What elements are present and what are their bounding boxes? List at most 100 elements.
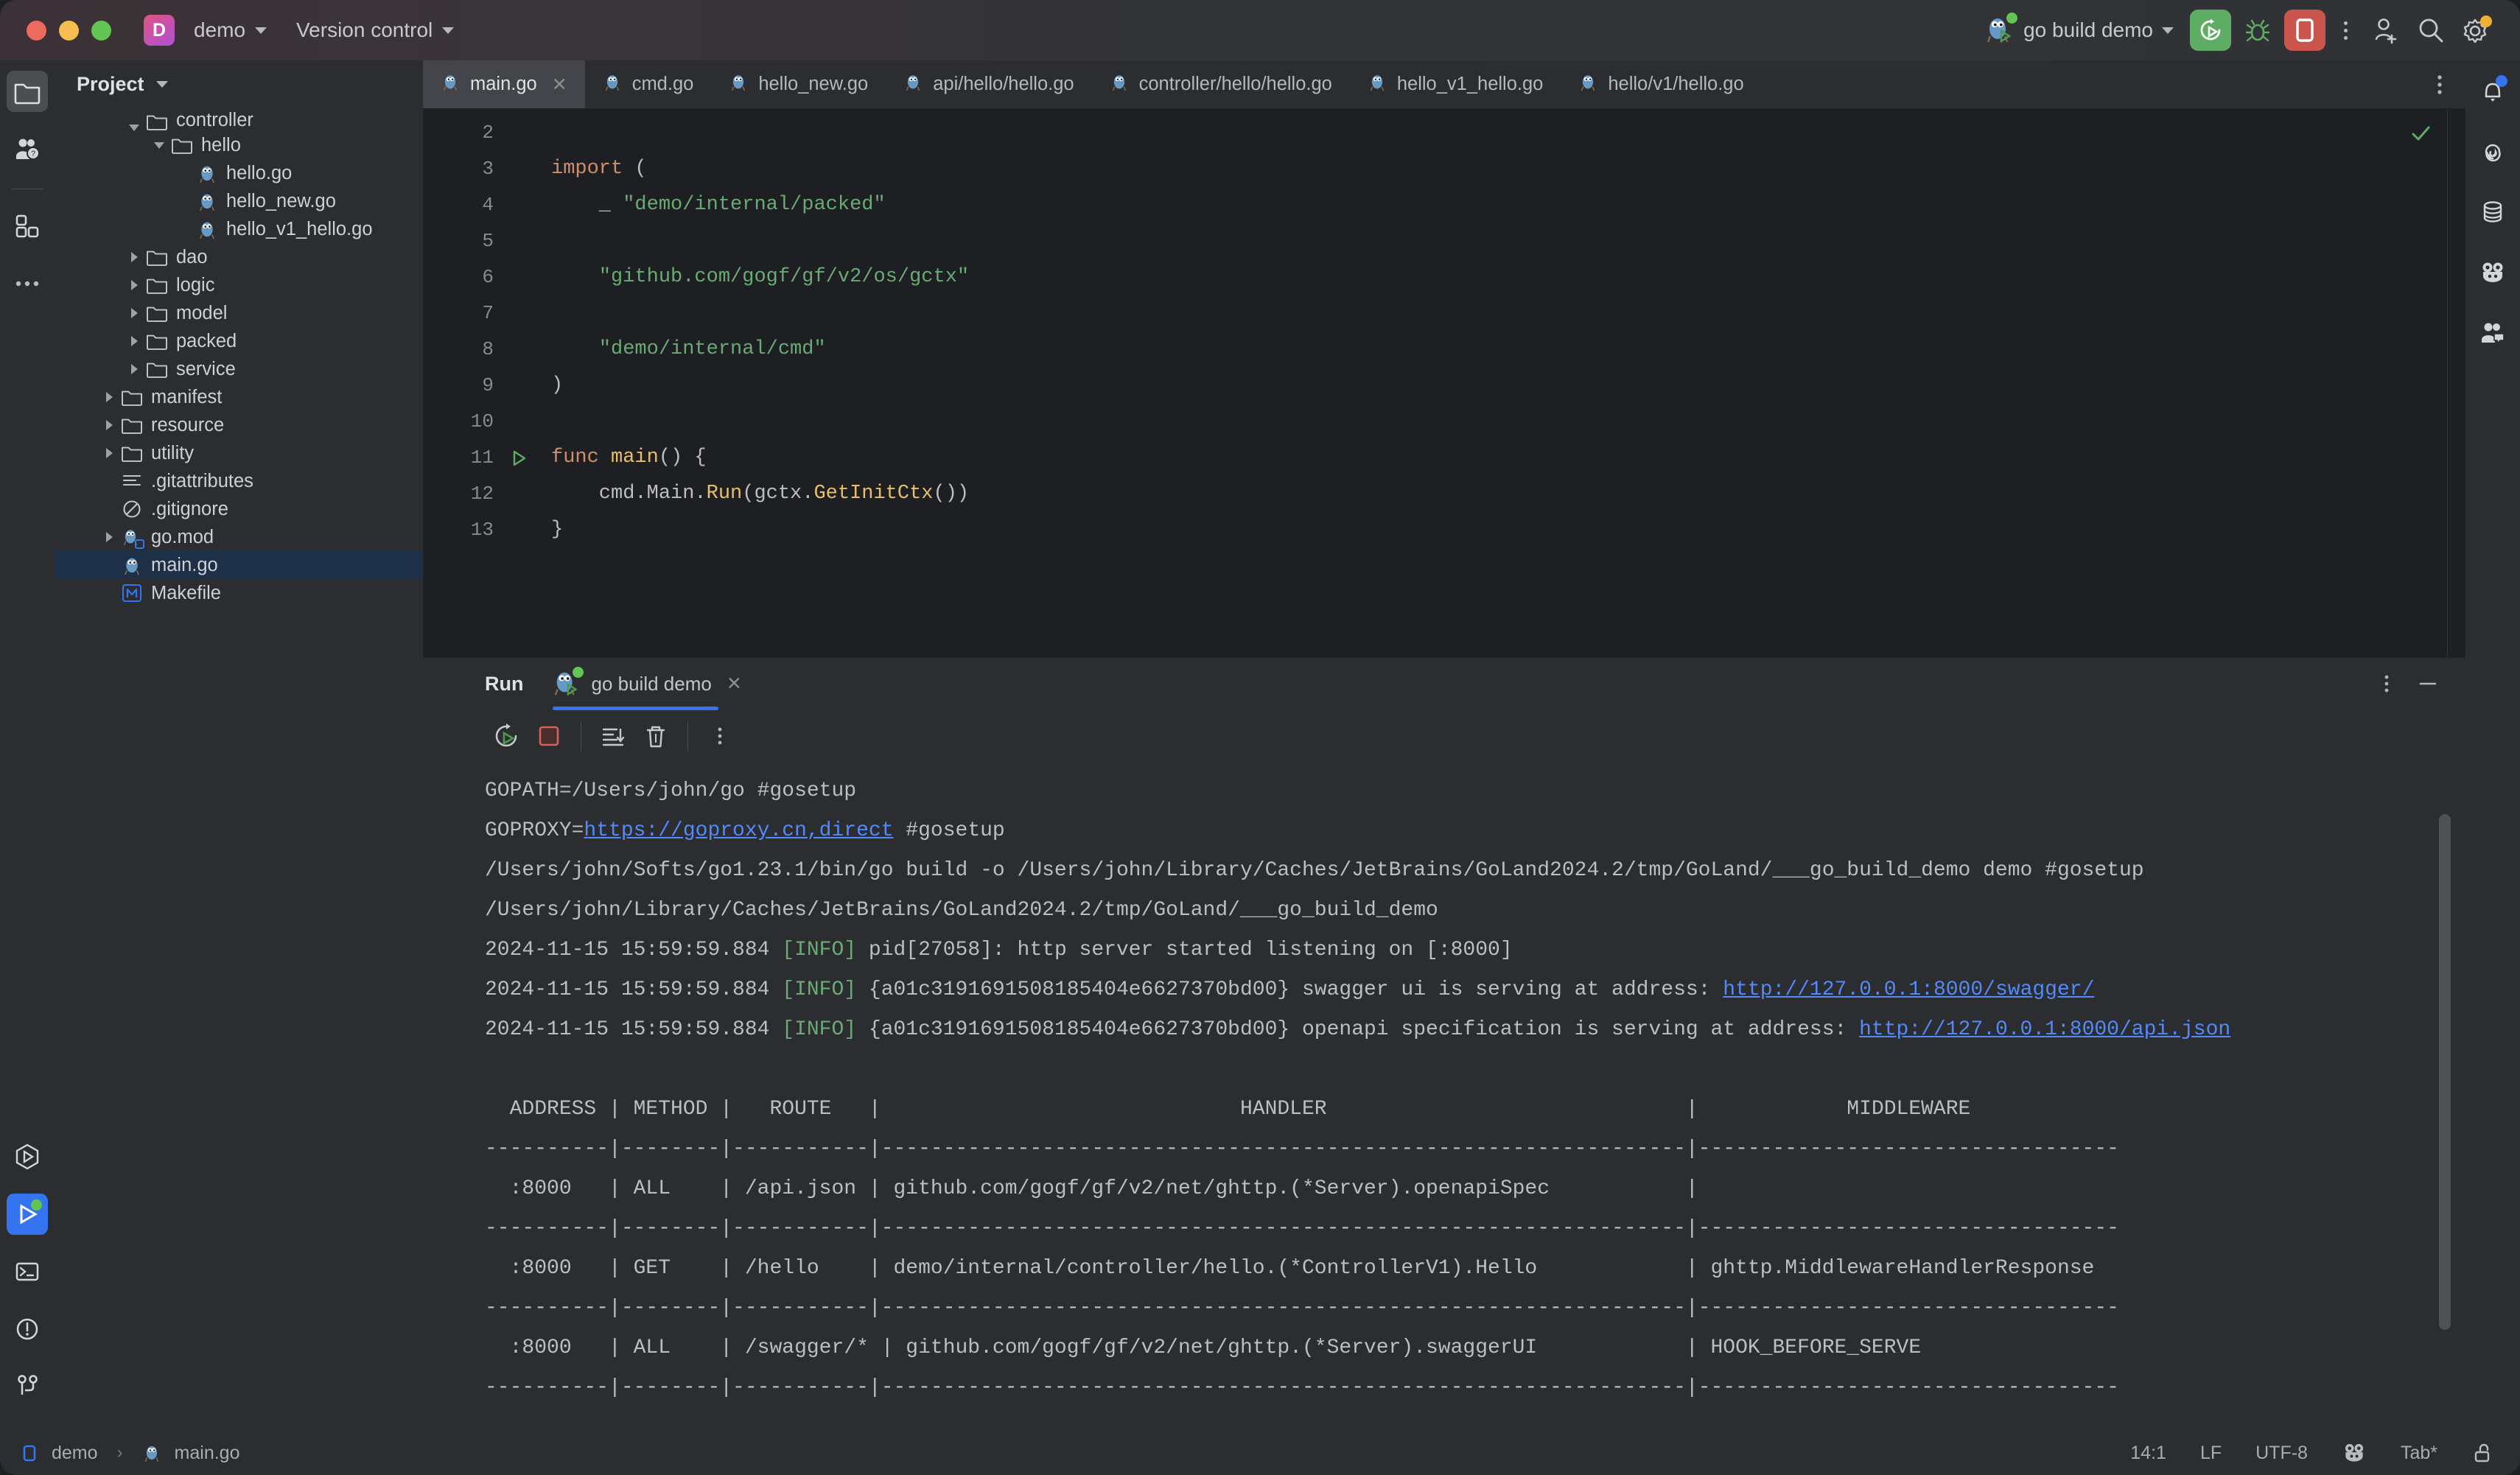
tree-item-service[interactable]: service [55,355,423,383]
tree-item-controller[interactable]: controller [55,109,423,131]
search-everywhere-button[interactable] [2408,10,2454,51]
console-link[interactable]: http://127.0.0.1:8000/api.json [1859,1018,2230,1041]
gutter-run-markers[interactable] [503,109,535,657]
breadcrumb[interactable]: demo › main.go [21,1442,240,1464]
console-link[interactable]: https://goproxy.cn,direct [584,819,893,842]
sidebar-item-notifications[interactable] [2472,71,2513,112]
editor-tab-hello-v1-hello-go[interactable]: hello/v1/hello.go [1561,60,1761,108]
tree-item-packed[interactable]: packed [55,327,423,355]
sidebar-item-run-anything[interactable] [7,1136,48,1177]
tree-item-gitignore[interactable]: .gitignore [55,495,423,523]
run-session-tab[interactable]: go build demo ✕ [553,658,742,710]
sidebar-item-assistant[interactable]: ? [7,128,48,169]
stop-button[interactable] [2284,10,2325,51]
tree-item-logic[interactable]: logic [55,271,423,299]
chevron-right-icon[interactable] [99,448,119,458]
tab-bar-actions[interactable] [2427,60,2465,108]
sidebar-item-run[interactable] [7,1194,48,1235]
sidebar-item-terminal[interactable] [7,1251,48,1292]
run-gutter-icon[interactable] [503,440,535,476]
minimize-window-button[interactable] [59,20,79,41]
tree-item-dao[interactable]: dao [55,243,423,271]
sidebar-item-plugins[interactable] [7,206,48,247]
chevron-right-icon[interactable] [124,252,144,262]
sidebar-item-ai-assistant[interactable] [2472,131,2513,172]
code-line: ) [551,368,2465,404]
chevron-right-icon[interactable] [99,420,119,430]
line-number: 2 [482,122,494,144]
editor-tab-cmd-go[interactable]: cmd.go [585,60,712,108]
debug-button[interactable] [2237,10,2278,51]
write-access-lock[interactable] [2471,1441,2495,1465]
console-more-options-button[interactable] [699,715,741,757]
sidebar-item-frog-tool[interactable] [2472,252,2513,293]
tree-item-utility[interactable]: utility [55,439,423,467]
tree-item-go-mod[interactable]: go.mod [55,523,423,551]
sidebar-item-project[interactable] [7,71,48,112]
chevron-down-icon[interactable] [149,141,169,149]
line-separator[interactable]: LF [2200,1443,2222,1464]
tree-item-hello[interactable]: hello [55,131,423,159]
tree-item-manifest[interactable]: manifest [55,383,423,411]
sidebar-item-version-control[interactable] [7,1366,48,1407]
rerun-button[interactable] [485,715,528,757]
tree-item-gitattributes[interactable]: .gitattributes [55,467,423,495]
console-link[interactable]: http://127.0.0.1:8000/swagger/ [1723,978,2094,1001]
caret-position[interactable]: 14:1 [2130,1443,2166,1464]
code-editor[interactable]: 2 3 4 5 6 7 8 9 10 11 12 13 import ( _ "demo/intern… [423,109,2465,657]
chevron-down-icon[interactable] [155,80,168,88]
close-icon[interactable]: ✕ [552,74,567,96]
close-icon[interactable]: ✕ [727,673,742,695]
maximize-window-button[interactable] [91,20,111,41]
chevron-down-icon[interactable] [124,125,144,131]
chevron-right-icon[interactable] [124,336,144,346]
tree-item-label: hello_v1_hello.go [226,218,373,239]
editor-tab-hello-new-go[interactable]: hello_new.go [711,60,886,108]
sidebar-item-code-with-me[interactable] [2472,312,2513,354]
chevron-right-icon[interactable] [124,280,144,290]
chevron-right-icon[interactable] [124,308,144,318]
tree-item-makefile[interactable]: Makefile [55,579,423,607]
console-scrollbar[interactable] [2439,814,2451,1330]
indent-setting[interactable]: Tab* [2401,1443,2437,1464]
tree-item-hello-go[interactable]: hello.go [55,159,423,187]
frog-status-icon[interactable] [2342,1440,2367,1465]
scroll-to-end-button[interactable] [592,715,634,757]
chevron-right-icon[interactable] [124,364,144,374]
editor-tab-hello-v1-hello-go[interactable]: hello_v1_hello.go [1350,60,1561,108]
code-text[interactable]: import ( _ "demo/internal/packed" "githu… [535,109,2465,657]
editor-tab-main-go[interactable]: main.go ✕ [423,60,585,108]
sidebar-item-database[interactable] [2472,192,2513,233]
tree-item-model[interactable]: model [55,299,423,327]
settings-button[interactable] [2454,10,2499,51]
hide-panel-button[interactable] [2411,667,2445,701]
share-project-button[interactable] [2362,10,2408,51]
version-control-menu[interactable]: Version control [296,18,455,42]
tree-item-main-go[interactable]: main.go [55,551,423,579]
chevron-right-icon[interactable] [99,532,119,542]
run-console-output[interactable]: GOPATH=/Users/john/go #gosetup GOPROXY=ht… [423,763,2465,1431]
inspection-status-widget[interactable] [2408,121,2433,150]
project-selector[interactable]: D demo [144,15,267,46]
tree-item-hello-v1-hello-go[interactable]: hello_v1_hello.go [55,215,423,243]
file-encoding[interactable]: UTF-8 [2255,1443,2308,1464]
editor-tab-bar[interactable]: main.go ✕ cmd.go hello_new.go api/hello/hell… [423,60,2465,109]
run-panel-options-button[interactable] [2370,667,2404,701]
editor-tab-controller-hello-hello-go[interactable]: controller/hello/hello.go [1092,60,1350,108]
run-configuration-selector[interactable]: go build demo [1985,13,2174,46]
tree-item-hello-new-go[interactable]: hello_new.go [55,187,423,215]
breadcrumb-file[interactable]: main.go [175,1443,240,1464]
clear-all-button[interactable] [634,715,677,757]
sidebar-item-more[interactable] [7,263,48,304]
run-button[interactable] [2190,10,2231,51]
sidebar-item-problems[interactable] [7,1308,48,1350]
more-actions-button[interactable] [2328,10,2362,51]
project-panel-header[interactable]: Project [55,60,423,108]
stop-button[interactable] [528,715,570,757]
close-window-button[interactable] [27,20,46,41]
tree-item-resource[interactable]: resource [55,411,423,439]
editor-tab-api-hello-hello-go[interactable]: api/hello/hello.go [886,60,1091,108]
chevron-right-icon[interactable] [99,392,119,402]
project-tree[interactable]: controller hello hello.go hello_new.gohello… [55,108,423,1431]
breadcrumb-project[interactable]: demo [52,1443,98,1464]
